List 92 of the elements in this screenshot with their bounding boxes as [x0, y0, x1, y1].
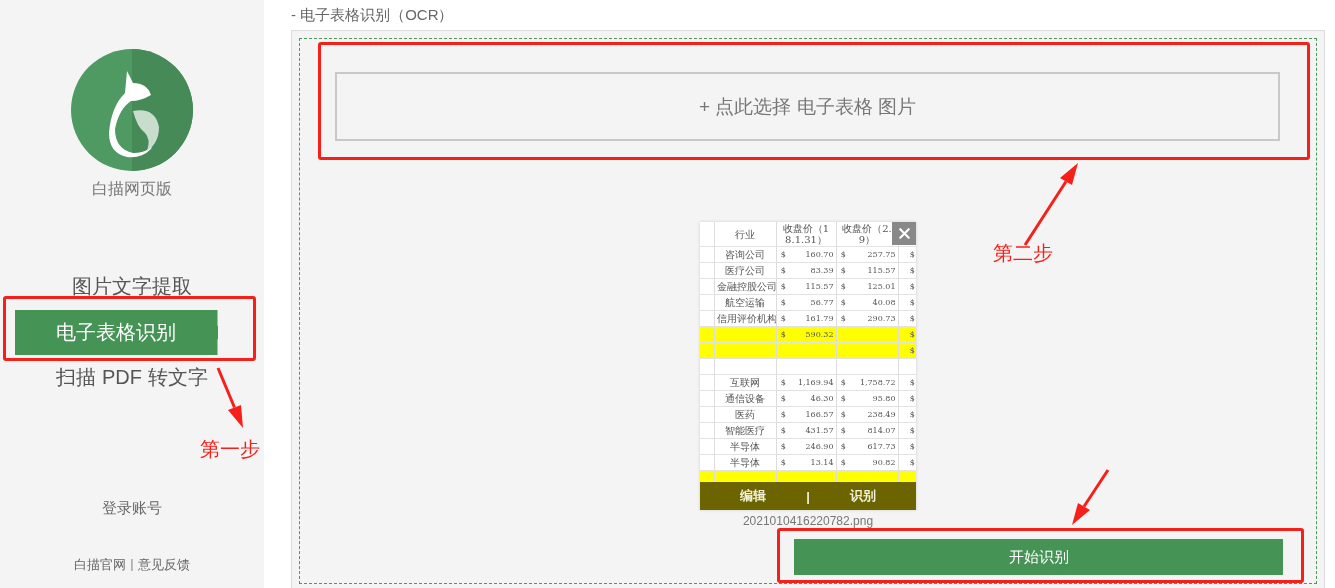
sheet-cell: $ — [836, 390, 850, 407]
sheet-cell: $ — [898, 262, 916, 279]
sheet-cell: $ — [898, 422, 916, 439]
close-button[interactable] — [892, 222, 916, 245]
sheet-cell: $ — [898, 326, 916, 343]
sheet-header: 行业 — [714, 222, 776, 247]
sheet-cell: 290.73 — [850, 310, 898, 327]
sheet-cell: 半导体 — [714, 454, 776, 471]
sheet-cell: 95.80 — [850, 390, 898, 407]
sheet-cell: $ — [776, 326, 790, 343]
sheet-cell: 431.57 — [790, 422, 836, 439]
sheet-cell: 航空运输 — [714, 294, 776, 311]
sheet-cell: $ — [836, 422, 850, 439]
footer-link[interactable]: 白描官网 — [74, 556, 127, 574]
sheet-cell: 115.57 — [850, 262, 898, 279]
sheet-cell: $ — [898, 374, 916, 391]
sheet-cell: 246.90 — [790, 438, 836, 455]
sheet-cell: $ — [898, 246, 916, 263]
sheet-cell: 智能医疗 — [714, 422, 776, 439]
sheet-cell: $ — [898, 294, 916, 311]
sheet-cell: 56.77 — [790, 294, 836, 311]
sheet-cell: $ — [836, 310, 850, 327]
sheet-cell: $ — [776, 454, 790, 471]
sheet-cell: 咨询公司 — [714, 246, 776, 263]
sheet-cell: $ — [776, 246, 790, 263]
footer-link[interactable]: 意见反馈 — [137, 556, 190, 574]
sheet-cell: 125.01 — [850, 278, 898, 295]
sheet-cell: $ — [836, 438, 850, 455]
step-label: 第二步 — [993, 241, 1053, 265]
sheet-cell: $ — [776, 406, 790, 423]
sheet-header: 收盘价（18.1.31） — [776, 222, 836, 247]
sheet-cell: 115.57 — [790, 278, 836, 295]
sheet-cell: 617.73 — [850, 438, 898, 455]
login-link[interactable]: 登录账号 — [102, 499, 162, 518]
sheet-cell: $ — [776, 374, 790, 391]
sheet-cell: 1,758.72 — [850, 374, 898, 391]
sheet-cell: $ — [898, 342, 916, 359]
page-title: - 电子表格识别（OCR） — [291, 6, 455, 24]
sheet-cell: $ — [836, 374, 850, 391]
sheet-cell: $ — [898, 438, 916, 455]
arrow — [216, 367, 243, 428]
sheet-cell: $ — [836, 294, 850, 311]
app-name: 白描网页版 — [92, 180, 172, 198]
sheet-cell: $ — [776, 310, 790, 327]
sheet-cell: $ — [776, 422, 790, 439]
sheet-cell: 83.39 — [790, 262, 836, 279]
select-image-button[interactable]: + 点此选择 电子表格 图片 — [335, 72, 1280, 141]
sheet-cell: $ — [836, 406, 850, 423]
sheet-cell: 互联网 — [714, 374, 776, 391]
sheet-cell: 161.79 — [790, 310, 836, 327]
sheet-cell: $ — [776, 278, 790, 295]
sheet-cell: $ — [836, 278, 850, 295]
file-name: 2021010416220782.png — [742, 514, 874, 528]
sheet-cell: 90.82 — [850, 454, 898, 471]
edit-button[interactable]: 编辑 — [740, 487, 767, 505]
sheet-cell: 1,169.94 — [790, 374, 836, 391]
sheet-cell: 医疗公司 — [714, 262, 776, 279]
arrow — [1072, 469, 1110, 525]
sheet-cell: 半导体 — [714, 438, 776, 455]
sheet-cell: $ — [898, 390, 916, 407]
sheet-cell: 金融控股公司 — [714, 278, 776, 295]
sheet-cell: $ — [776, 294, 790, 311]
start-button[interactable]: 开始识别 — [794, 539, 1283, 575]
recognize-button[interactable]: 识别 — [849, 487, 876, 505]
sheet-cell: 医药 — [714, 406, 776, 423]
sheet-cell: $ — [898, 310, 916, 327]
sheet-cell: $ — [776, 262, 790, 279]
nav-item[interactable]: 图片文字提取 — [72, 274, 192, 298]
sheet-cell: $ — [898, 454, 916, 471]
sheet-cell: 257.75 — [850, 246, 898, 263]
sheet-cell: 46.30 — [790, 390, 836, 407]
sheet-cell: $ — [836, 246, 850, 263]
sheet-cell: 信用评价机构 — [714, 310, 776, 327]
sheet-cell: $ — [898, 278, 916, 295]
sheet-cell: 160.70 — [790, 246, 836, 263]
sheet-cell: 814.07 — [850, 422, 898, 439]
sheet-cell: $ — [776, 438, 790, 455]
sheet-cell: 590.32 — [790, 326, 836, 343]
sheet-cell: 通信设备 — [714, 390, 776, 407]
sheet-cell: $ — [898, 406, 916, 423]
sheet-cell: $ — [836, 454, 850, 471]
sheet-cell: 238.49 — [850, 406, 898, 423]
step-label: 第一步 — [200, 437, 260, 461]
sheet-cell: $ — [836, 262, 850, 279]
sheet-cell: 40.08 — [850, 294, 898, 311]
nav-item[interactable]: 扫描 PDF 转文字 — [56, 365, 208, 389]
nav-item[interactable]: 电子表格识别 — [14, 310, 218, 355]
sheet-cell: 166.57 — [790, 406, 836, 423]
sheet-cell: $ — [776, 390, 790, 407]
separator: | — [130, 556, 134, 573]
separator: | — [806, 488, 810, 504]
sheet-cell: 13.14 — [790, 454, 836, 471]
